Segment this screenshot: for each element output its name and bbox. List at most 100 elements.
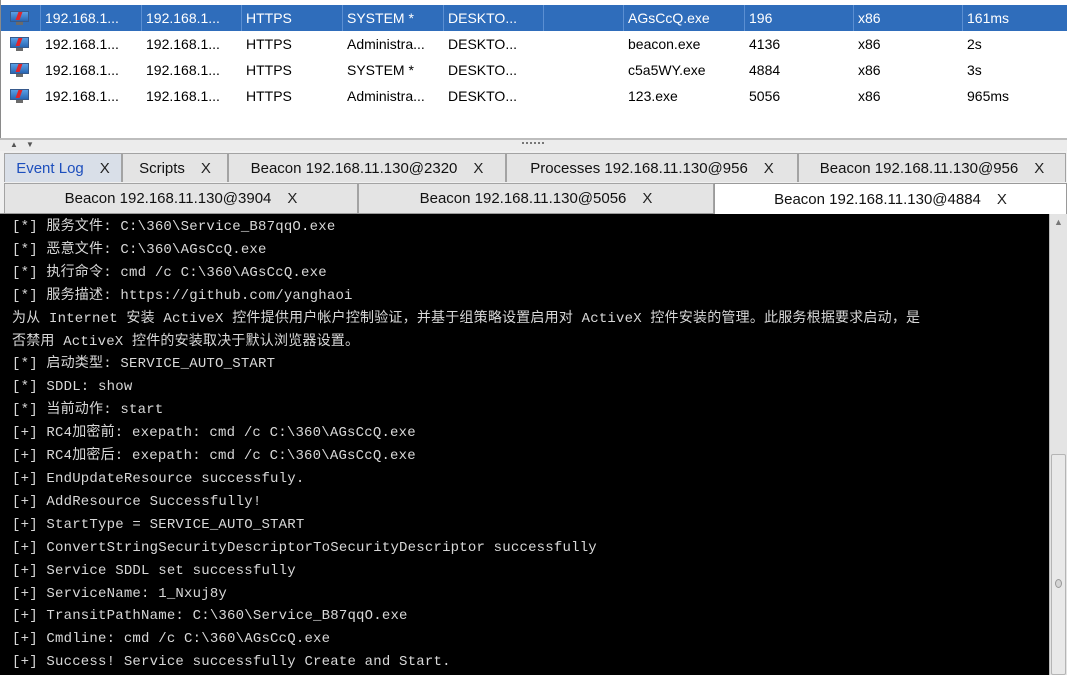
user: Administra... [347,88,425,104]
user: SYSTEM * [347,62,414,78]
listener: HTTPS [246,88,292,104]
last-checkin: 2s [967,36,982,52]
close-tab-icon[interactable]: X [1034,160,1044,177]
tab-beacon-3904[interactable]: Beacon 192.168.11.130@3904 X [4,183,358,213]
console-line: [+] ConvertStringSecurityDescriptorToSec… [12,539,597,556]
console-line: [*] 执行命令: cmd /c C:\360\AGsCcQ.exe [12,264,327,281]
note [544,83,624,109]
close-tab-icon[interactable]: X [201,160,211,177]
console-line: 为从 Internet 安装 ActiveX 控件提供用户帐户控制验证，并基于组… [12,310,921,327]
computer: DESKTO... [448,36,517,52]
console-line: [*] 启动类型: SERVICE_AUTO_START [12,356,276,373]
internal-ip: 192.168.1... [146,36,220,52]
beacon-monitor-icon [1,31,41,57]
console-line: [+] Cmdline: cmd /c C:\360\AGsCcQ.exe [12,631,331,648]
console-line: [+] AddResource Successfully! [12,493,262,510]
tab-beacon-5056[interactable]: Beacon 192.168.11.130@5056 X [358,183,714,213]
pid: 4884 [749,62,781,78]
pid: 4136 [749,36,781,52]
tab-label: Beacon 192.168.11.130@3904 [64,190,272,207]
tab-label: Beacon 192.168.11.130@4884 [774,190,981,208]
console-line: [+] EndUpdateResource successfuly. [12,470,305,487]
console-line: [+] Success! Service successfully Create… [12,654,451,671]
internal-ip: 192.168.1... [146,88,220,104]
last-checkin: 3s [967,62,982,78]
splitter-grip-icon[interactable] [522,142,544,146]
console-line: [+] RC4加密后: exepath: cmd /c C:\360\AGsCc… [12,448,416,465]
listener: HTTPS [246,62,292,78]
tab-beacon-4884[interactable]: Beacon 192.168.11.130@4884 X [714,183,1067,214]
computer: DESKTO... [448,88,517,104]
console-line: [+] TransitPathName: C:\360\Service_B87q… [12,608,408,625]
external-ip: 192.168.1... [45,62,119,78]
arch: x86 [858,62,881,78]
external-ip: 192.168.1... [41,5,142,31]
arch: x86 [854,5,963,31]
beacon-monitor-icon [1,57,41,83]
last-checkin: 965ms [967,88,1010,104]
close-tab-icon[interactable]: X [100,160,110,177]
console-line: [+] StartType = SERVICE_AUTO_START [12,516,305,533]
session-row[interactable]: 192.168.1... 192.168.1... HTTPS SYSTEM *… [1,5,1067,31]
tab-bar-row-2: Beacon 192.168.11.130@3904 X Beacon 192.… [0,183,1067,214]
pid: 5056 [749,88,781,104]
console-line: [*] 当前动作: start [12,402,164,419]
scroll-up-icon[interactable]: ▲ [1054,218,1063,227]
process: beacon.exe [628,36,701,52]
sessions-table: 192.168.1... 192.168.1... HTTPS SYSTEM *… [0,0,1067,138]
user: SYSTEM * [343,5,444,31]
tab-label: Beacon 192.168.11.130@956 [819,159,1019,177]
console-line: [+] RC4加密前: exepath: cmd /c C:\360\AGsCc… [12,425,416,442]
process: c5a5WY.exe [628,62,706,78]
close-tab-icon[interactable]: X [473,160,483,177]
tab-label: Beacon 192.168.11.130@5056 [419,190,627,207]
beacon-monitor-icon [1,5,41,31]
close-tab-icon[interactable]: X [642,190,652,207]
listener: HTTPS [242,5,343,31]
tab-bar-row-1: Event Log X Scripts X Beacon 192.168.11.… [0,151,1067,183]
tab-beacon-2320[interactable]: Beacon 192.168.11.130@2320 X [228,153,506,182]
console-line: [*] SDDL: show [12,379,133,396]
process: AGsCcQ.exe [624,5,745,31]
note [544,31,624,57]
last-checkin: 161ms [963,5,1067,31]
tab-event-log[interactable]: Event Log X [4,153,122,182]
external-ip: 192.168.1... [45,88,119,104]
arch: x86 [858,36,881,52]
tab-scripts[interactable]: Scripts X [122,153,228,182]
console-line: [*] 恶意文件: C:\360\AGsCcQ.exe [12,241,267,258]
listener: HTTPS [246,36,292,52]
beacon-monitor-icon [1,83,41,109]
console-line: [+] ServiceName: 1_Nxuj8y [12,585,228,602]
scrollbar-thumb[interactable] [1051,454,1066,675]
tab-processes-956[interactable]: Processes 192.168.11.130@956 X [506,153,798,182]
arch: x86 [858,88,881,104]
console-line: [*] 服务描述: https://github.com/yanghaoi [12,287,353,304]
note [544,5,624,31]
internal-ip: 192.168.1... [146,62,220,78]
session-row[interactable]: 192.168.1... 192.168.1... HTTPS Administ… [1,83,1067,109]
collapse-up-icon[interactable]: ▲ [10,141,18,149]
computer: DESKTO... [448,62,517,78]
session-row[interactable]: 192.168.1... 192.168.1... HTTPS Administ… [1,31,1067,57]
tab-label: Beacon 192.168.11.130@2320 [250,159,458,177]
close-tab-icon[interactable]: X [997,191,1007,208]
close-tab-icon[interactable]: X [287,190,297,207]
tab-label: Event Log [16,159,84,177]
session-row[interactable]: 192.168.1... 192.168.1... HTTPS SYSTEM *… [1,57,1067,83]
pane-splitter[interactable]: ▲ ▼ [0,138,1067,151]
pid: 196 [745,5,854,31]
collapse-down-icon[interactable]: ▼ [26,141,34,149]
console-line: [+] Service SDDL set successfully [12,562,296,579]
process: 123.exe [628,88,678,104]
tab-beacon-956[interactable]: Beacon 192.168.11.130@956 X [798,153,1066,182]
console-scrollbar[interactable]: ▲ [1049,214,1067,675]
close-tab-icon[interactable]: X [764,160,774,177]
user: Administra... [347,36,425,52]
beacon-console-output[interactable]: [*] 服务文件: C:\360\Service_B87qqO.exe [*] … [0,214,1049,675]
console-line: [*] 服务文件: C:\360\Service_B87qqO.exe [12,219,336,235]
scrollbar-grip-icon [1055,579,1062,588]
tab-label: Processes 192.168.11.130@956 [530,159,748,177]
internal-ip: 192.168.1... [142,5,242,31]
tab-label: Scripts [139,159,185,177]
